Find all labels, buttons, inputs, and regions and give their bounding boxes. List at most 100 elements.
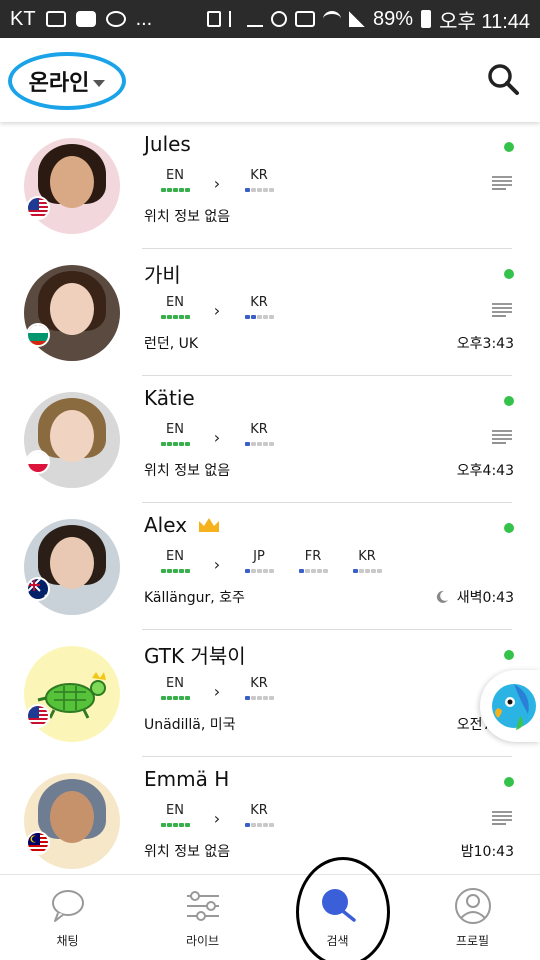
local-time: 오후4:43 xyxy=(457,460,514,480)
user-list-item[interactable]: 가비 EN › KR 런던, UK 오후3:43 xyxy=(0,249,540,376)
native-language: EN xyxy=(148,803,202,827)
status-bar: KT ... 89% 오후 11:44 xyxy=(0,0,540,38)
crown-icon xyxy=(199,518,220,532)
language-code: EN xyxy=(166,422,184,437)
language-code: FR xyxy=(304,549,322,564)
level-bar xyxy=(160,569,190,573)
tab-live[interactable]: 라이브 xyxy=(135,875,270,960)
tab-chat[interactable]: 채팅 xyxy=(0,875,135,960)
language-exchange: EN › KR xyxy=(148,803,286,828)
signal-icon xyxy=(349,11,366,27)
language-code: KR xyxy=(250,803,268,818)
learning-language: KR xyxy=(232,168,286,192)
user-location: 위치 정보 없음 xyxy=(144,844,231,860)
tab-profile[interactable]: 프로필 xyxy=(405,875,540,960)
level-bar xyxy=(244,696,274,700)
level-bar xyxy=(160,696,190,700)
user-list[interactable]: Jules EN › KR 위치 정보 없음 가비 EN › KR 런던, UK 오후3:43 Kät… xyxy=(0,122,540,874)
parrot-icon xyxy=(492,684,536,730)
level-bar xyxy=(160,188,190,192)
mute-icon xyxy=(247,11,264,27)
user-location: 런던, UK xyxy=(144,336,199,352)
language-code: JP xyxy=(253,549,265,564)
level-bar xyxy=(352,569,382,573)
local-time-text: 밤10:43 xyxy=(460,844,514,860)
carrier-label: KT xyxy=(10,7,36,30)
level-bar xyxy=(298,569,328,573)
tab-label: 프로필 xyxy=(455,934,490,948)
tab-label: 채팅 xyxy=(56,934,79,948)
level-bar xyxy=(160,315,190,319)
user-list-item[interactable]: Emmä H EN › KR 위치 정보 없음 밤10:43 xyxy=(0,757,540,874)
wifi-icon xyxy=(323,11,342,27)
battery-icon xyxy=(421,10,432,28)
search-icon xyxy=(321,889,356,922)
level-bar xyxy=(244,569,274,573)
native-language: EN xyxy=(148,168,202,192)
online-filter-dropdown[interactable]: 온라인 xyxy=(8,52,126,110)
user-name-text: Kätie xyxy=(144,386,195,410)
user-location: 위치 정보 없음 xyxy=(144,463,231,479)
country-flag-icon xyxy=(26,323,50,347)
native-language: EN xyxy=(148,676,202,700)
language-code: EN xyxy=(166,295,184,310)
chat-icon xyxy=(51,890,84,922)
level-bar xyxy=(244,442,274,446)
user-name-text: Alex xyxy=(144,513,188,537)
learning-language: KR xyxy=(340,549,394,573)
bluetooth-icon xyxy=(229,11,239,27)
country-flag-icon xyxy=(26,577,50,601)
language-code: KR xyxy=(250,676,268,691)
hd-icon xyxy=(295,11,316,27)
filter-label: 온라인 xyxy=(28,71,90,96)
local-time: 밤10:43 xyxy=(461,841,514,861)
online-status-dot xyxy=(504,777,514,787)
menu-icon[interactable] xyxy=(492,430,512,444)
local-time-text: 오후4:43 xyxy=(456,463,514,479)
learning-language: KR xyxy=(232,676,286,700)
search-icon[interactable] xyxy=(486,62,520,96)
online-status-dot xyxy=(504,650,514,660)
level-bar xyxy=(160,442,190,446)
language-code: EN xyxy=(166,168,184,183)
learning-language: KR xyxy=(232,422,286,446)
language-arrow-icon: › xyxy=(213,555,221,574)
bottom-navigation: 채팅 라이브 검색 프로필 xyxy=(0,857,540,960)
user-list-item[interactable]: Kätie EN › KR 위치 정보 없음 오후4:43 xyxy=(0,376,540,503)
tab-search[interactable]: 검색 xyxy=(270,857,405,960)
app-bar: 온라인 xyxy=(0,38,540,122)
menu-icon[interactable] xyxy=(492,303,512,317)
user-name-text: 가비 xyxy=(144,263,181,287)
language-code: KR xyxy=(358,549,376,564)
user-name-text: Jules xyxy=(144,132,191,156)
youtube-icon xyxy=(75,11,96,27)
user-list-item[interactable]: GTK 거북이EN›KRUnädillä, 미국오전7:43 xyxy=(0,630,540,757)
battery-saver-icon xyxy=(207,11,222,27)
user-location: Källängur, 호주 xyxy=(144,590,245,606)
dropdown-caret-icon xyxy=(93,79,106,87)
sliders-icon xyxy=(186,891,219,921)
language-exchange: EN › KR xyxy=(148,168,286,193)
user-name: 가비 xyxy=(144,259,181,288)
menu-icon[interactable] xyxy=(492,176,512,190)
language-arrow-icon: › xyxy=(213,809,221,828)
user-name-text: GTK 거북이 xyxy=(144,644,246,668)
language-arrow-icon: › xyxy=(213,174,221,193)
clock: 오후 11:44 xyxy=(439,10,530,33)
menu-icon[interactable] xyxy=(492,811,512,825)
local-time: 새벽0:43 xyxy=(435,587,514,607)
user-location: 위치 정보 없음 xyxy=(144,209,231,225)
online-status-dot xyxy=(504,523,514,533)
local-time-text: 오후3:43 xyxy=(456,336,514,352)
level-bar xyxy=(244,315,274,319)
local-time: 오후3:43 xyxy=(457,333,514,353)
user-list-item[interactable]: Alex EN › JP FR KR Källängur, 호주 새벽0:43 xyxy=(0,503,540,630)
learning-language: FR xyxy=(286,549,340,573)
language-exchange: EN › KR xyxy=(148,422,286,447)
language-code: KR xyxy=(250,295,268,310)
online-status-dot xyxy=(504,269,514,279)
floating-parrot-button[interactable] xyxy=(480,670,540,742)
language-exchange: EN › KR xyxy=(148,676,286,701)
user-list-item[interactable]: Jules EN › KR 위치 정보 없음 xyxy=(0,122,540,249)
tab-label: 검색 xyxy=(326,934,349,948)
